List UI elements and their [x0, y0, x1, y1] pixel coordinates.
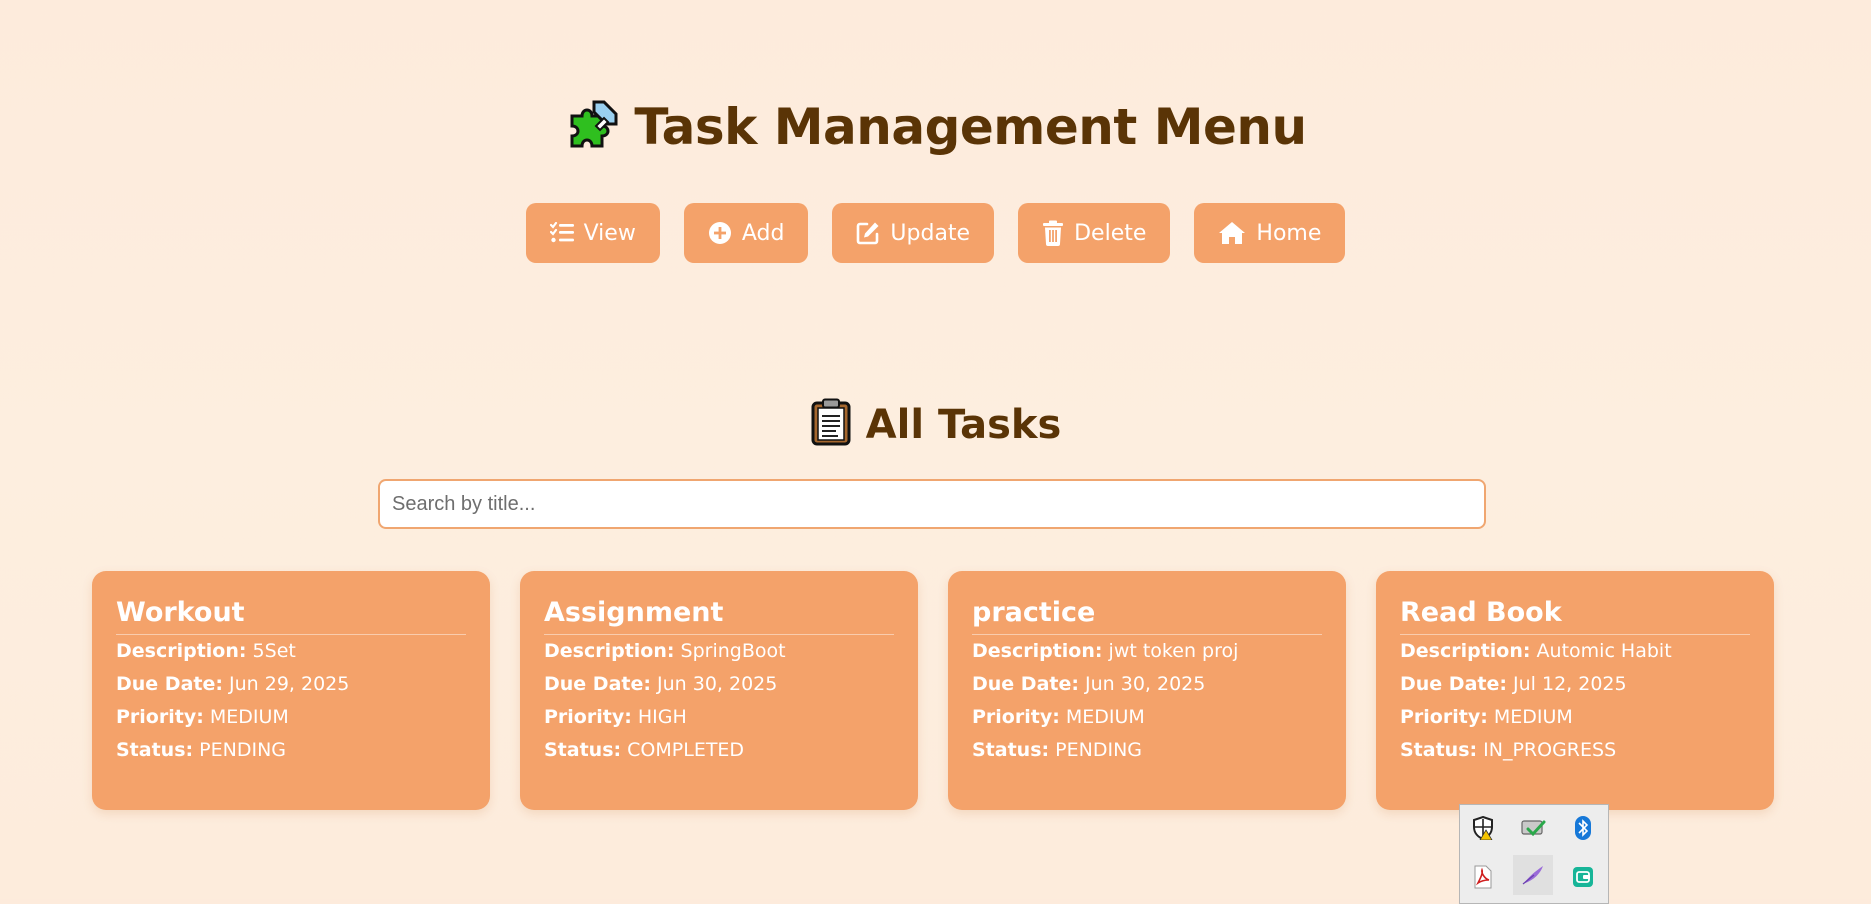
- task-status: Status: IN_PROGRESS: [1400, 734, 1750, 767]
- due-date-label: Due Date:: [116, 673, 223, 695]
- wallet-icon[interactable]: [1563, 857, 1603, 897]
- priority-label: Priority:: [1400, 706, 1488, 728]
- status-label: Status:: [116, 739, 194, 761]
- view-button-label: View: [583, 220, 636, 246]
- task-due-date: Due Date: Jul 12, 2025: [1400, 668, 1750, 701]
- add-button-label: Add: [741, 220, 785, 246]
- task-due-date: Due Date: Jun 30, 2025: [544, 668, 894, 701]
- due-date-value: Jun 30, 2025: [1085, 673, 1206, 695]
- section-title: All Tasks: [0, 398, 1871, 456]
- task-description: Description: Automic Habit: [1400, 635, 1750, 668]
- status-value: PENDING: [1055, 739, 1143, 761]
- status-value: IN_PROGRESS: [1483, 739, 1617, 761]
- task-status: Status: PENDING: [116, 734, 466, 767]
- task-card[interactable]: Read Book Description: Automic Habit Due…: [1376, 571, 1774, 810]
- priority-value: MEDIUM: [1493, 706, 1573, 728]
- status-value: PENDING: [199, 739, 287, 761]
- task-card[interactable]: Assignment Description: SpringBoot Due D…: [520, 571, 918, 810]
- edit-icon: [856, 221, 880, 245]
- page-title: Task Management Menu: [0, 96, 1871, 164]
- task-title: practice: [972, 597, 1322, 635]
- delete-button-label: Delete: [1074, 220, 1147, 246]
- due-date-label: Due Date:: [972, 673, 1079, 695]
- task-status: Status: PENDING: [972, 734, 1322, 767]
- home-button[interactable]: Home: [1194, 203, 1346, 263]
- priority-label: Priority:: [116, 706, 204, 728]
- bluetooth-icon[interactable]: [1563, 808, 1603, 848]
- description-value: 5Set: [252, 640, 296, 662]
- due-date-value: Jun 29, 2025: [229, 673, 350, 695]
- view-button[interactable]: View: [525, 203, 660, 263]
- task-description: Description: jwt token proj: [972, 635, 1322, 668]
- status-label: Status:: [1400, 739, 1478, 761]
- task-card[interactable]: practice Description: jwt token proj Due…: [948, 571, 1346, 810]
- pdf-icon[interactable]: [1463, 857, 1503, 897]
- description-label: Description:: [972, 640, 1103, 662]
- priority-value: MEDIUM: [1065, 706, 1145, 728]
- status-value: COMPLETED: [627, 739, 745, 761]
- action-nav: View Add Update Delete Home: [0, 203, 1871, 263]
- list-check-icon: [549, 222, 574, 244]
- task-priority: Priority: MEDIUM: [1400, 701, 1750, 734]
- priority-value: HIGH: [637, 706, 687, 728]
- status-label: Status:: [972, 739, 1050, 761]
- priority-value: MEDIUM: [209, 706, 289, 728]
- task-title: Assignment: [544, 597, 894, 635]
- update-button-label: Update: [890, 220, 971, 246]
- task-priority: Priority: HIGH: [544, 701, 894, 734]
- delete-button[interactable]: Delete: [1018, 203, 1171, 263]
- due-date-label: Due Date:: [1400, 673, 1507, 695]
- task-description: Description: SpringBoot: [544, 635, 894, 668]
- trash-icon: [1042, 220, 1064, 246]
- task-due-date: Due Date: Jun 29, 2025: [116, 668, 466, 701]
- due-date-label: Due Date:: [544, 673, 651, 695]
- network-check-icon[interactable]: [1513, 808, 1553, 848]
- task-card-list: Workout Description: 5Set Due Date: Jun …: [92, 571, 1774, 810]
- add-button[interactable]: Add: [683, 203, 809, 263]
- due-date-value: Jul 12, 2025: [1513, 673, 1627, 695]
- priority-label: Priority:: [544, 706, 632, 728]
- priority-label: Priority:: [972, 706, 1060, 728]
- home-icon: [1218, 221, 1246, 245]
- status-label: Status:: [544, 739, 622, 761]
- page-title-text: Task Management Menu: [634, 98, 1307, 156]
- section-title-text: All Tasks: [865, 402, 1062, 448]
- description-label: Description:: [544, 640, 675, 662]
- description-value: Automic Habit: [1536, 640, 1672, 662]
- description-value: jwt token proj: [1108, 640, 1239, 662]
- task-card[interactable]: Workout Description: 5Set Due Date: Jun …: [92, 571, 490, 810]
- task-due-date: Due Date: Jun 30, 2025: [972, 668, 1322, 701]
- task-title: Read Book: [1400, 597, 1750, 635]
- security-shield-icon[interactable]: [1463, 808, 1503, 848]
- task-title: Workout: [116, 597, 466, 635]
- due-date-value: Jun 30, 2025: [657, 673, 778, 695]
- system-tray-overflow: [1459, 804, 1609, 904]
- task-priority: Priority: MEDIUM: [972, 701, 1322, 734]
- description-value: SpringBoot: [680, 640, 786, 662]
- puzzle-piece-icon: [564, 96, 620, 164]
- task-description: Description: 5Set: [116, 635, 466, 668]
- task-status: Status: COMPLETED: [544, 734, 894, 767]
- description-label: Description:: [116, 640, 247, 662]
- pen-feather-icon[interactable]: [1513, 855, 1553, 895]
- update-button[interactable]: Update: [832, 203, 995, 263]
- search-input[interactable]: [378, 479, 1486, 529]
- home-button-label: Home: [1256, 220, 1322, 246]
- plus-circle-icon: [708, 221, 732, 245]
- description-label: Description:: [1400, 640, 1531, 662]
- task-priority: Priority: MEDIUM: [116, 701, 466, 734]
- clipboard-icon: [810, 398, 852, 456]
